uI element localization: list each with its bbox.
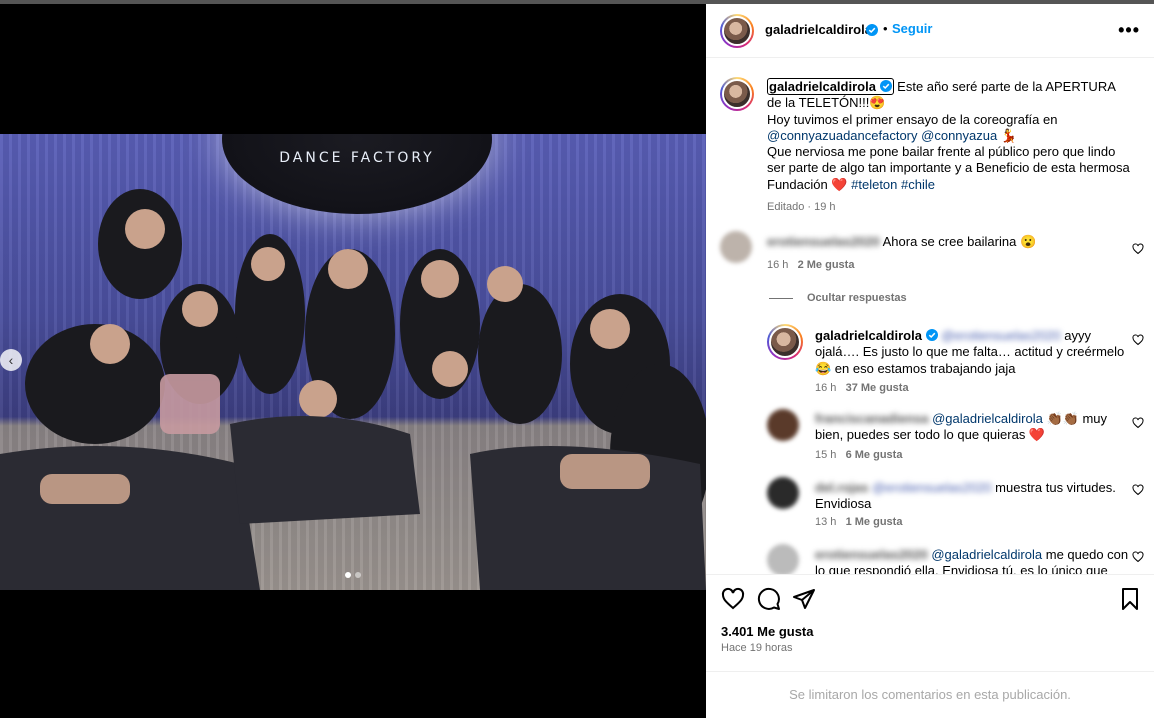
author-username[interactable]: galadrielcaldirola — [765, 22, 872, 37]
carousel-dot — [345, 572, 351, 578]
caption-username[interactable]: galadrielcaldirola — [767, 78, 894, 95]
mention-link[interactable]: @connyazua — [921, 128, 997, 143]
post-caption: galadrielcaldirola Este año seré parte d… — [767, 78, 1133, 215]
comment-body: erotiensuelas2020 Ahora se cree bailarin… — [767, 234, 1107, 250]
reply-mention[interactable]: @erotiensuelas2020 — [941, 328, 1060, 343]
reply-likes[interactable]: 37 Me gusta — [846, 382, 909, 394]
post-header: galadrielcaldirola • Seguir ••• — [706, 4, 1154, 58]
reply-mention[interactable]: @erotiensuelas2020 — [872, 480, 991, 495]
carousel-prev-button[interactable]: ‹ — [0, 349, 22, 371]
reply-username[interactable]: erotiensuelas2020 — [815, 547, 928, 562]
comment-bubble-icon[interactable] — [757, 587, 781, 611]
reply-username[interactable]: franciscanadiensa — [815, 411, 928, 426]
like-reply-heart-icon[interactable] — [1132, 551, 1144, 563]
carousel-dots — [0, 572, 706, 578]
reply-body: erotiensuelas2020 @galadrielcaldirola me… — [815, 547, 1133, 574]
post-likes-count[interactable]: 3.401 Me gusta — [721, 624, 814, 639]
post-actions: 3.401 Me gusta Hace 19 horas — [706, 574, 1154, 674]
reply-mention[interactable]: @galadrielcaldirola — [932, 411, 1043, 426]
reply-avatar[interactable] — [767, 477, 799, 509]
caption-avatar[interactable] — [720, 77, 754, 111]
separator-dot: • — [883, 21, 888, 36]
post-photo: DANCE FACTORY — [0, 134, 706, 590]
verified-badge-icon — [866, 24, 878, 36]
chevron-left-icon: ‹ — [8, 352, 14, 368]
reply-username[interactable]: galadrielcaldirola — [815, 328, 922, 343]
comments-limited-notice: Se limitaron los comentarios en esta pub… — [706, 671, 1154, 718]
like-comment-heart-icon[interactable] — [1132, 243, 1144, 255]
like-reply-heart-icon[interactable] — [1132, 334, 1144, 346]
comments-list[interactable]: galadrielcaldirola Este año seré parte d… — [706, 59, 1154, 574]
reply-body: galadrielcaldirola @erotiensuelas2020 ay… — [815, 328, 1133, 377]
carousel-dot — [355, 572, 361, 578]
hashtag-link[interactable]: #chile — [901, 177, 935, 192]
reply-username[interactable]: del.rojas — [815, 480, 868, 495]
caption-line-3: Que nerviosa me pone bailar frente al pú… — [767, 144, 1130, 192]
reply-meta: 15 h 6 Me gusta — [815, 449, 902, 461]
reply-meta: 16 h 37 Me gusta — [815, 382, 909, 394]
follow-button[interactable]: Seguir — [892, 21, 932, 36]
verified-badge-icon — [879, 80, 892, 92]
reply-avatar[interactable] — [767, 324, 803, 360]
hashtag-link[interactable]: #teleton — [851, 177, 897, 192]
save-bookmark-icon[interactable] — [1118, 587, 1142, 611]
caption-emoji: 💃 — [997, 127, 1018, 143]
hide-replies-label: Ocultar respuestas — [807, 292, 907, 304]
hide-replies-button[interactable]: Ocultar respuestas — [769, 292, 907, 304]
comment-likes[interactable]: 2 Me gusta — [798, 259, 855, 271]
reply-avatar[interactable] — [767, 409, 799, 441]
reply-likes[interactable]: 6 Me gusta — [846, 449, 903, 461]
reply-body: del.rojas @erotiensuelas2020 muestra tus… — [815, 480, 1133, 513]
divider-line — [769, 297, 793, 299]
reply-time: 15 h — [815, 449, 837, 461]
reply-avatar[interactable] — [767, 544, 799, 574]
post-side-panel: galadrielcaldirola • Seguir ••• galadrie… — [706, 4, 1154, 718]
more-options-icon[interactable]: ••• — [1118, 20, 1140, 41]
comment-meta: 16 h 2 Me gusta — [767, 259, 854, 271]
reply-mention[interactable]: @galadrielcaldirola — [931, 547, 1042, 562]
like-reply-heart-icon[interactable] — [1132, 484, 1144, 496]
caption-line-2: Hoy tuvimos el primer ensayo de la coreo… — [767, 111, 1058, 127]
comment-text: Ahora se cree bailarina 😮 — [882, 234, 1037, 249]
dancers-group-image — [0, 189, 706, 590]
reply-likes[interactable]: 1 Me gusta — [846, 516, 903, 528]
reply-body: franciscanadiensa @galadrielcaldirola 👏🏾… — [815, 411, 1133, 444]
reply-time: 16 h — [815, 382, 837, 394]
verified-badge-icon — [925, 329, 938, 341]
author-avatar[interactable] — [720, 14, 754, 48]
post-timestamp: Hace 19 horas — [721, 642, 793, 654]
comment-time: 16 h — [767, 259, 789, 271]
reply-meta: 13 h 1 Me gusta — [815, 516, 902, 528]
commenter-username[interactable]: erotiensuelas2020 — [767, 234, 880, 249]
like-reply-heart-icon[interactable] — [1132, 417, 1144, 429]
post-media: DANCE FACTORY ‹ — [0, 4, 706, 718]
like-heart-icon[interactable] — [721, 587, 745, 611]
caption-meta: Editado · 19 h — [767, 201, 836, 214]
reply-time: 13 h — [815, 516, 837, 528]
mention-link[interactable]: @connyazuadancefactory — [767, 128, 918, 143]
commenter-avatar[interactable] — [720, 231, 752, 263]
share-paper-plane-icon[interactable] — [792, 587, 816, 611]
